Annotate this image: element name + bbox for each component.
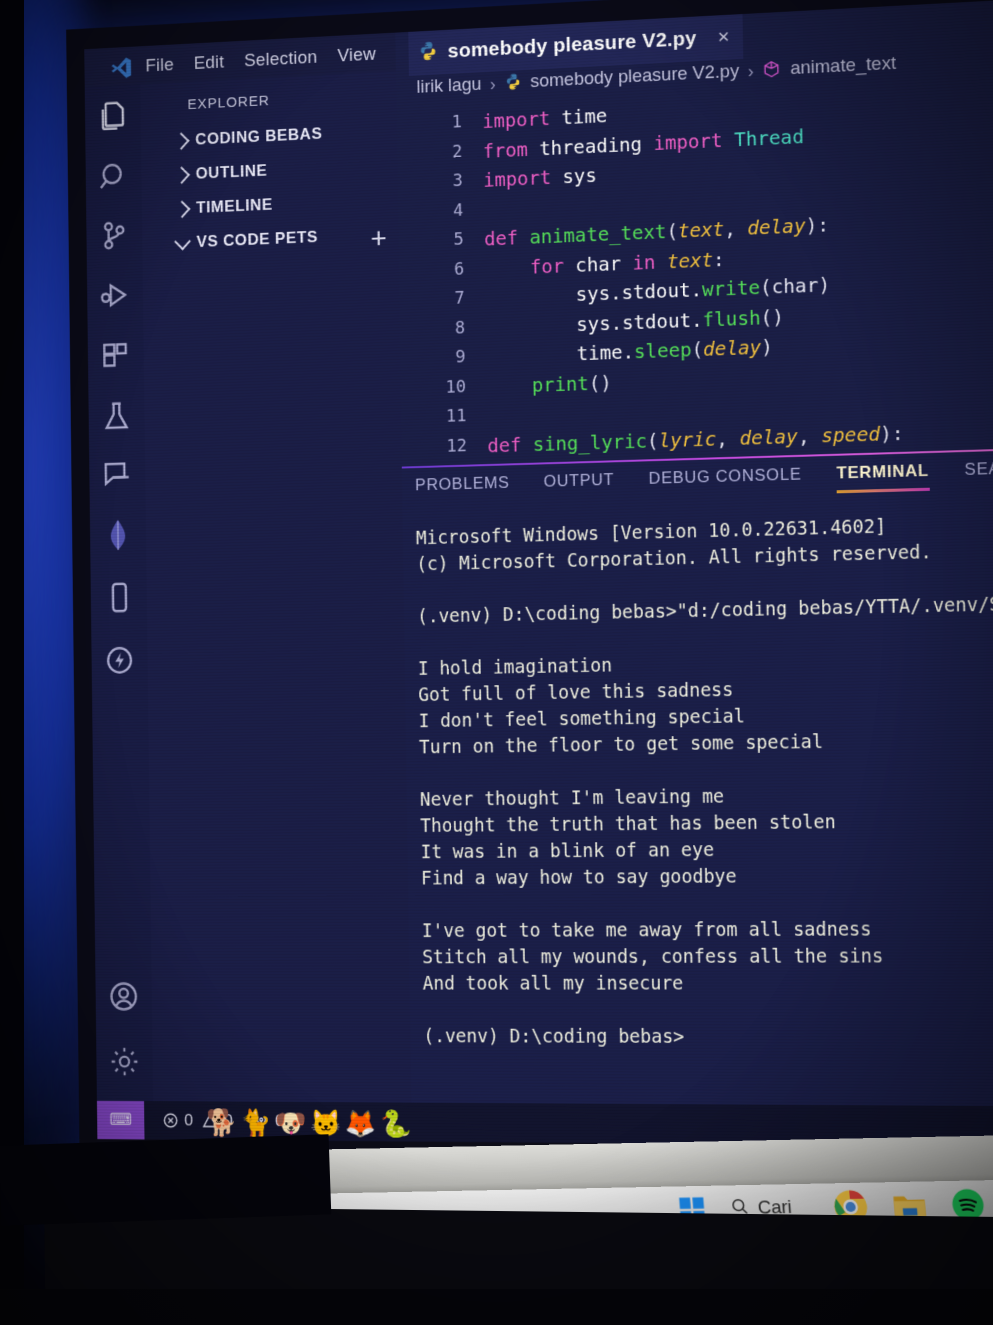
pet-sprite: 🐈	[240, 1108, 272, 1138]
activity-extensions-icon[interactable]	[99, 338, 134, 375]
pet-sprite: 🦊	[344, 1109, 377, 1139]
activity-testing-icon[interactable]	[99, 399, 134, 436]
pet-sprite: 🐍	[379, 1109, 412, 1139]
explorer-sidebar: EXPLORER CODING BEBAS OUTLINE TIMELINE V…	[140, 70, 468, 1144]
terminal-line: Stitch all my wounds, confess all the si…	[422, 945, 884, 969]
activity-run-debug-icon[interactable]	[98, 277, 133, 314]
code-text: print()	[531, 370, 612, 397]
menu-view[interactable]: View	[337, 44, 376, 67]
line-number: 10	[445, 376, 467, 398]
line-number: 4	[452, 199, 464, 221]
terminal-line: Find a way how to say goodbye	[420, 865, 737, 890]
line-number: 1	[451, 111, 462, 133]
activity-accounts-icon[interactable]	[106, 978, 141, 1014]
error-icon	[162, 1112, 179, 1129]
activity-explorer-icon[interactable]	[96, 98, 131, 136]
breadcrumb-separator: ›	[489, 73, 496, 94]
editor-tab-label: somebody pleasure V2.py	[447, 27, 697, 63]
terminal-line: (.venv) D:\coding bebas>	[423, 1025, 685, 1048]
close-icon[interactable]: ×	[717, 25, 729, 49]
photo-corner-shadow	[0, 1134, 332, 1226]
line-number: 12	[446, 435, 467, 457]
sidebar-section-label: OUTLINE	[195, 161, 268, 183]
sidebar-section-timeline[interactable]: TIMELINE	[173, 195, 273, 218]
python-file-icon	[418, 39, 439, 66]
status-errors-count: 0	[184, 1110, 194, 1130]
vscode-logo-icon	[109, 55, 133, 81]
bottom-panel: PROBLEMS OUTPUT DEBUG CONSOLE TERMINAL SEARC…	[401, 447, 993, 1147]
terminal-line: It was in a blink of an eye	[420, 839, 715, 864]
pet-sprite: 🐱	[309, 1108, 342, 1139]
monitor: File Edit Selection View ...	[43, 0, 993, 1320]
monitor-screen: File Edit Selection View ...	[84, 0, 993, 1147]
line-number: 11	[445, 405, 467, 427]
activity-source-control-icon[interactable]	[97, 217, 132, 254]
terminal-output[interactable]: Microsoft Windows [Version 10.0.22631.46…	[416, 510, 993, 1147]
panel-tab-output[interactable]: OUTPUT	[543, 470, 614, 501]
breadcrumb-symbol[interactable]: animate_text	[790, 53, 896, 80]
activity-chat-icon[interactable]	[100, 457, 135, 494]
activity-mongodb-leaf-icon[interactable]	[101, 516, 136, 553]
plus-icon[interactable]: +	[370, 223, 387, 256]
activity-search-icon[interactable]	[96, 158, 131, 195]
panel-tab-debug-console[interactable]: DEBUG CONSOLE	[648, 465, 801, 499]
remote-indicator-button[interactable]: ⌨	[96, 1100, 145, 1140]
breadcrumb-separator: ›	[747, 60, 754, 81]
symbol-method-icon	[762, 59, 782, 81]
menu-file[interactable]: File	[145, 55, 174, 77]
sidebar-title: EXPLORER	[187, 92, 270, 113]
pet-sprite: 🐶	[275, 1108, 307, 1138]
breadcrumb-folder[interactable]: lirik lagu	[416, 74, 481, 98]
line-number: 9	[455, 346, 466, 368]
terminal-line: And took all my insecure	[422, 972, 684, 995]
activity-device-preview-icon[interactable]	[101, 579, 136, 616]
python-file-icon	[504, 72, 522, 94]
sidebar-section-label: VS CODE PETS	[196, 227, 318, 251]
chevron-right-icon	[172, 131, 190, 150]
editor-area: somebody pleasure V2.py × lirik lagu › s…	[395, 0, 993, 1147]
pet-sprite: 🐕	[206, 1108, 238, 1138]
menu-selection[interactable]: Selection	[244, 47, 317, 72]
panel-tab-search-error[interactable]: SEARCH ERROR	[964, 456, 993, 490]
photo-of-monitor: File Edit Selection View ...	[0, 0, 993, 1325]
chevron-down-icon	[174, 232, 191, 250]
sidebar-section-coding-bebas[interactable]: CODING BEBAS	[172, 124, 323, 150]
chevron-right-icon	[173, 166, 190, 184]
chevron-right-icon	[173, 200, 191, 218]
sidebar-section-label: TIMELINE	[196, 195, 273, 217]
activity-thunder-client-icon[interactable]	[102, 642, 137, 679]
line-number: 5	[453, 229, 464, 250]
photo-edge-left	[0, 0, 24, 1325]
vs-code-pets-sprites: 🐕 🐈 🐶 🐱 🦊 🐍	[206, 1108, 412, 1139]
panel-tab-problems[interactable]: PROBLEMS	[415, 473, 510, 505]
vscode-window: File Edit Selection View ...	[84, 0, 993, 1147]
activity-settings-gear-icon[interactable]	[107, 1043, 142, 1080]
sidebar-section-outline[interactable]: OUTLINE	[173, 161, 268, 184]
line-number: 7	[454, 287, 465, 309]
line-number: 8	[454, 317, 466, 338]
line-number: 6	[453, 258, 465, 280]
menu-edit[interactable]: Edit	[194, 52, 225, 74]
line-number: 3	[452, 170, 463, 192]
sidebar-section-label: CODING BEBAS	[195, 124, 323, 149]
panel-tab-terminal[interactable]: TERMINAL	[836, 461, 929, 493]
line-number: 2	[451, 141, 463, 162]
photo-edge-bottom	[0, 1289, 993, 1325]
terminal-line: I've got to take me away from all sadnes…	[421, 918, 872, 942]
status-errors[interactable]: 0	[162, 1111, 193, 1130]
sidebar-section-vs-code-pets[interactable]: VS CODE PETS	[174, 227, 318, 253]
